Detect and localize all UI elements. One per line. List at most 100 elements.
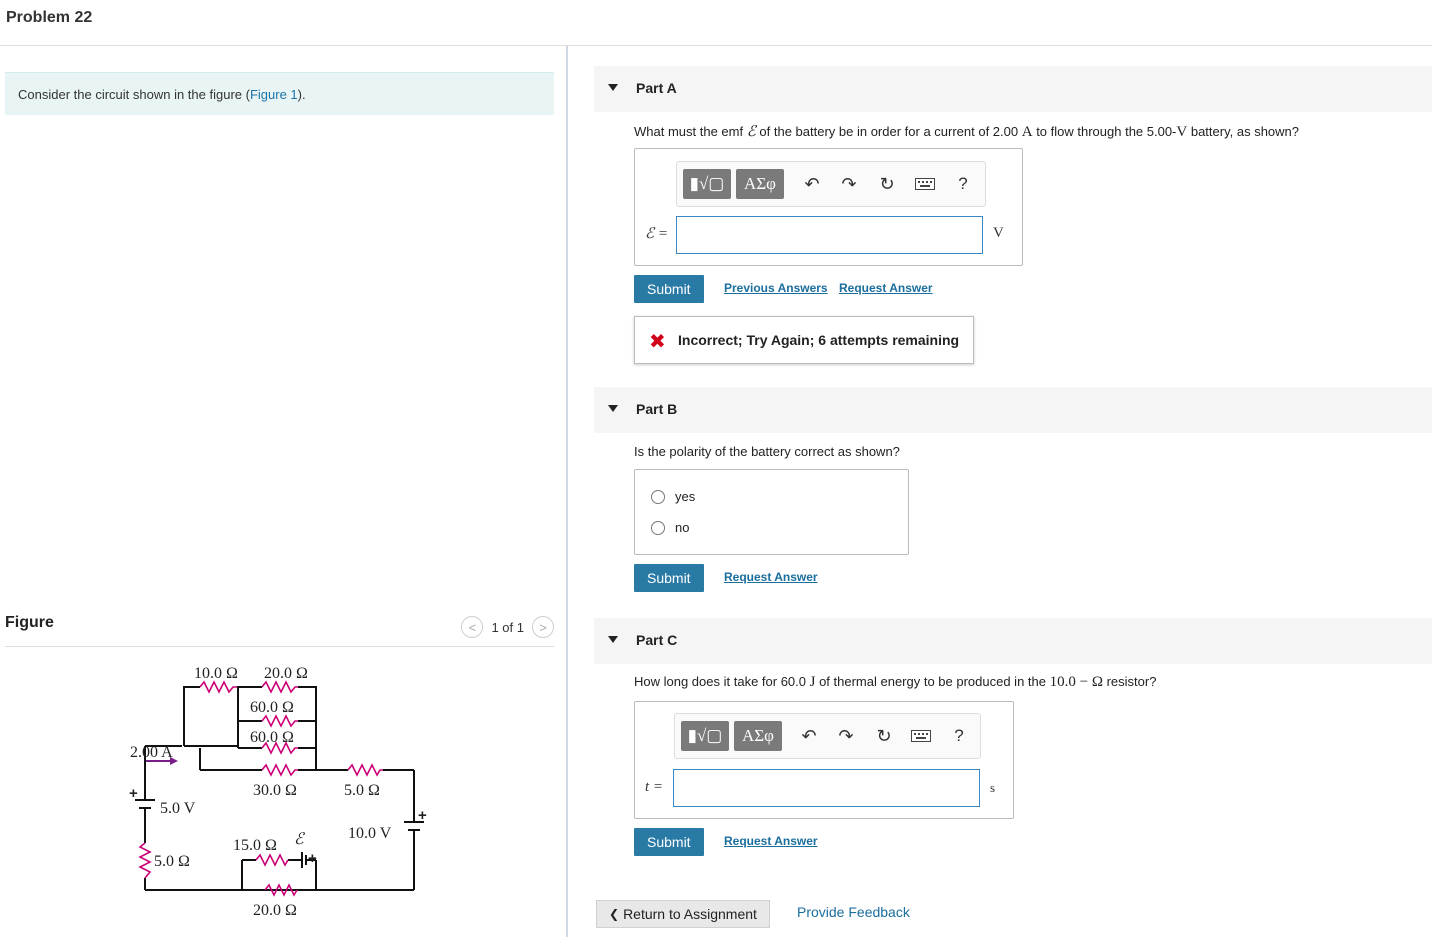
collapse-triangle-icon[interactable] [608, 84, 618, 91]
part-a-request-answer-link[interactable]: Request Answer [839, 281, 933, 295]
question-text: battery, as shown? [1187, 124, 1299, 139]
part-c-title: Part C [636, 632, 678, 648]
circuit-diagram: 10.0 Ω 20.0 Ω 60.0 Ω 60.0 Ω 2.00 A 30.0 … [129, 665, 427, 919]
templates-button[interactable]: ▮√▢ [681, 721, 729, 751]
plus-sign-emf: + [308, 850, 317, 867]
part-b-title: Part B [636, 401, 678, 417]
unit-symbol: A [1021, 124, 1033, 140]
plus-sign-10v: + [418, 807, 427, 824]
figure-header: Figure < 1 of 1 > [5, 608, 554, 647]
part-c-request-answer-link[interactable]: Request Answer [724, 834, 818, 848]
option-label: no [675, 520, 690, 535]
part-b-submit-button[interactable]: Submit [634, 564, 704, 592]
label-10v: 10.0 V [348, 825, 392, 842]
question-text: of thermal energy to be produced in the [815, 674, 1050, 689]
figure-pager: < 1 of 1 > [461, 616, 554, 638]
resistor-value: 10.0 − Ω [1049, 674, 1103, 690]
option-no[interactable]: no [651, 520, 689, 535]
return-label: Return to Assignment [623, 906, 757, 922]
unit-label-volts: V [993, 225, 1004, 241]
label-r5-right: 5.0 Ω [344, 782, 380, 799]
error-x-icon: ✖ [649, 331, 666, 353]
question-text: resistor? [1102, 674, 1157, 689]
help-button[interactable]: ? [953, 169, 973, 199]
radio-button[interactable] [651, 520, 665, 535]
collapse-triangle-icon[interactable] [608, 405, 618, 412]
reset-icon[interactable]: ↻ [875, 169, 899, 199]
part-a-question: What must the emf ℰ of the battery be in… [634, 122, 1299, 141]
label-r15: 15.0 Ω [233, 837, 277, 854]
pager-count: 1 of 1 [491, 619, 524, 635]
keyboard-icon[interactable] [909, 721, 933, 751]
radio-button[interactable] [651, 489, 665, 504]
part-a-title: Part A [636, 80, 677, 96]
math-toolbar: ▮√▢ ΑΣφ ↶ ↷ ↻ ? [676, 161, 986, 207]
emf-answer-input[interactable] [676, 216, 983, 254]
plus-sign-5v: + [129, 785, 138, 802]
help-button[interactable]: ? [949, 721, 969, 751]
redo-icon[interactable]: ↷ [834, 721, 858, 751]
intro-text-start: Consider the circuit shown in the figure… [18, 87, 250, 102]
part-b-header[interactable]: Part B [594, 387, 1432, 433]
previous-answers-link[interactable]: Previous Answers [724, 281, 828, 295]
feedback-text: Incorrect; Try Again; 6 attempts remaini… [678, 332, 960, 348]
label-emf: ℰ [294, 831, 306, 848]
label-r30: 30.0 Ω [253, 782, 297, 799]
part-a-answer-box: ▮√▢ ΑΣφ ↶ ↷ ↻ ? ℰ = V [634, 148, 1023, 266]
label-r20-top: 20.0 Ω [264, 665, 308, 682]
label-r5-left: 5.0 Ω [154, 853, 190, 870]
question-text: How long does it take for 60.0 [634, 674, 810, 689]
redo-icon[interactable]: ↷ [837, 169, 861, 199]
label-r60-a: 60.0 Ω [250, 699, 294, 716]
page-header: Problem 22 [0, 0, 1432, 46]
page-title: Problem 22 [6, 9, 93, 26]
part-b-question: Is the polarity of the battery correct a… [634, 444, 900, 459]
label-r20-bottom: 20.0 Ω [253, 902, 297, 919]
figure-link[interactable]: Figure 1 [250, 87, 298, 102]
greek-symbols-button[interactable]: ΑΣφ [736, 169, 784, 199]
time-variable-label: t = [645, 779, 664, 795]
templates-button[interactable]: ▮√▢ [683, 169, 731, 199]
left-column: Consider the circuit shown in the figure… [0, 46, 566, 937]
label-5v: 5.0 V [160, 800, 196, 817]
undo-icon[interactable]: ↶ [797, 721, 821, 751]
part-b-options-box: yes no [634, 469, 909, 555]
prev-figure-button[interactable]: < [461, 616, 484, 638]
unit-symbol: V [1176, 124, 1188, 140]
provide-feedback-link[interactable]: Provide Feedback [797, 904, 910, 920]
part-c-header[interactable]: Part C [594, 618, 1432, 664]
chevron-left-icon: ❮ [609, 907, 620, 921]
keyboard-icon[interactable] [913, 169, 937, 199]
incorrect-feedback: ✖ Incorrect; Try Again; 6 attempts remai… [634, 316, 974, 364]
collapse-triangle-icon[interactable] [608, 636, 618, 643]
undo-icon[interactable]: ↶ [800, 169, 824, 199]
part-b-request-answer-link[interactable]: Request Answer [724, 570, 818, 584]
reset-icon[interactable]: ↻ [872, 721, 896, 751]
option-yes[interactable]: yes [651, 489, 695, 504]
question-text: to flow through the 5.00- [1032, 124, 1177, 139]
intro-text-end: ). [297, 87, 306, 102]
right-column: Part A What must the emf ℰ of the batter… [568, 46, 1432, 937]
part-a-header[interactable]: Part A [594, 66, 1432, 112]
return-to-assignment-button[interactable]: ❮ Return to Assignment [596, 900, 770, 928]
app-root: Problem 22 Consider the circuit shown in… [0, 0, 1432, 937]
label-r10: 10.0 Ω [194, 665, 238, 682]
time-answer-input[interactable] [673, 769, 980, 807]
math-toolbar: ▮√▢ ΑΣφ ↶ ↷ ↻ ? [674, 713, 981, 759]
part-c-submit-button[interactable]: Submit [634, 828, 704, 856]
question-text: What must the emf [634, 124, 747, 139]
option-label: yes [675, 489, 696, 504]
label-r60-b: 60.0 Ω [250, 729, 294, 746]
question-text: of the battery be in order for a current… [755, 124, 1022, 139]
part-a-submit-button[interactable]: Submit [634, 275, 704, 303]
label-current: 2.00 A [130, 744, 173, 761]
greek-symbols-button[interactable]: ΑΣφ [734, 721, 782, 751]
circuit-labels: 10.0 Ω 20.0 Ω 60.0 Ω 60.0 Ω 2.00 A 30.0 … [129, 665, 427, 919]
figure-label: Figure [5, 614, 54, 631]
part-c-question: How long does it take for 60.0 J of ther… [634, 674, 1156, 691]
emf-symbol: ℰ [746, 124, 756, 140]
part-c-answer-box: ▮√▢ ΑΣφ ↶ ↷ ↻ ? t = s [634, 701, 1014, 819]
intro-box: Consider the circuit shown in the figure… [5, 72, 554, 115]
emf-variable-label: ℰ = [645, 226, 668, 242]
next-figure-button[interactable]: > [532, 616, 554, 638]
